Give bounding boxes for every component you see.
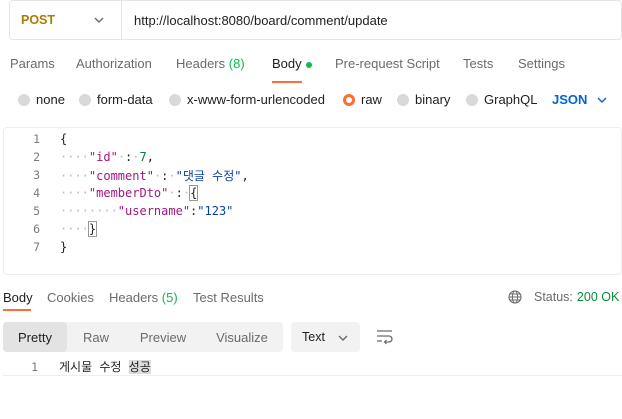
chevron-down-icon bbox=[94, 17, 104, 23]
globe-icon[interactable] bbox=[508, 290, 522, 304]
status-label: Status: bbox=[534, 290, 573, 304]
radio-raw[interactable]: raw bbox=[343, 92, 382, 107]
radio-x-www-form-urlencoded[interactable]: x-www-form-urlencoded bbox=[169, 92, 325, 107]
code-line: 5 ········"username":"123" bbox=[4, 202, 621, 220]
chevron-down-icon bbox=[597, 97, 607, 103]
radio-graphql[interactable]: GraphQL bbox=[466, 92, 537, 107]
language-selector[interactable]: JSON bbox=[552, 92, 607, 107]
code-line: 7 } bbox=[4, 238, 621, 256]
view-mode-preview[interactable]: Preview bbox=[125, 322, 201, 352]
active-tab-indicator bbox=[272, 81, 302, 83]
radio-binary[interactable]: binary bbox=[397, 92, 450, 107]
json-key: "username" bbox=[117, 204, 191, 218]
view-mode-pretty[interactable]: Pretty bbox=[3, 322, 67, 352]
radio-circle bbox=[79, 93, 91, 106]
body-modified-dot bbox=[305, 61, 312, 68]
radio-circle-selected bbox=[343, 93, 355, 106]
radio-circle bbox=[397, 93, 409, 106]
json-key: "comment" bbox=[88, 168, 154, 183]
response-tab-body[interactable]: Body bbox=[3, 290, 33, 305]
json-number: 7 bbox=[139, 150, 147, 164]
headers-count: (8) bbox=[228, 56, 245, 71]
json-string: "123" bbox=[197, 204, 234, 218]
request-url-bar: POST http://localhost:8080/board/comment… bbox=[9, 0, 622, 40]
tab-tests[interactable]: Tests bbox=[463, 56, 493, 71]
tab-headers[interactable]: Headers (8) bbox=[176, 56, 245, 71]
method-selector[interactable]: POST bbox=[10, 1, 122, 39]
response-status: Status: 200 OK bbox=[508, 290, 619, 304]
response-tab-test-results[interactable]: Test Results bbox=[193, 290, 264, 305]
tab-settings[interactable]: Settings bbox=[518, 56, 565, 71]
line-number: 5 bbox=[33, 204, 40, 218]
wrap-lines-icon[interactable] bbox=[376, 329, 394, 345]
tab-authorization[interactable]: Authorization bbox=[76, 56, 152, 71]
radio-circle bbox=[466, 93, 478, 106]
active-tab-indicator bbox=[3, 309, 31, 311]
language-label: JSON bbox=[552, 92, 588, 107]
tab-body[interactable]: Body bbox=[272, 56, 312, 71]
response-body: 1 게시물 수정 성공 bbox=[3, 358, 622, 376]
view-mode-raw[interactable]: Raw bbox=[67, 322, 125, 352]
chevron-down-icon bbox=[338, 335, 348, 341]
code-line: 4 ····"memberDto"·:·{ bbox=[4, 184, 621, 202]
radio-form-data[interactable]: form-data bbox=[79, 92, 153, 107]
radio-circle bbox=[18, 93, 30, 106]
format-selector[interactable]: Text bbox=[291, 322, 360, 352]
json-string: "댓글 수정" bbox=[175, 168, 242, 183]
line-number: 1 bbox=[31, 359, 38, 374]
radio-circle bbox=[169, 93, 181, 106]
status-value[interactable]: 200 OK bbox=[577, 290, 619, 304]
view-mode-visualize[interactable]: Visualize bbox=[201, 322, 283, 352]
tab-pre-request-script[interactable]: Pre-request Script bbox=[335, 56, 440, 71]
response-text: 게시물 수정 성공 bbox=[59, 360, 151, 374]
url-input[interactable]: http://localhost:8080/board/comment/upda… bbox=[122, 13, 388, 28]
line-number: 3 bbox=[33, 168, 40, 182]
response-tab-cookies[interactable]: Cookies bbox=[47, 290, 94, 305]
json-key: "id" bbox=[88, 150, 118, 164]
line-number: 4 bbox=[33, 186, 40, 200]
code-line: 1 { bbox=[4, 130, 621, 148]
code-line: 3 ····"comment"·:·"댓글 수정", bbox=[4, 166, 621, 184]
response-tab-headers[interactable]: Headers (5) bbox=[109, 290, 178, 305]
code-line: 2 ····"id"·:·7, bbox=[4, 148, 621, 166]
radio-none[interactable]: none bbox=[18, 92, 65, 107]
line-number: 7 bbox=[33, 240, 40, 254]
format-label: Text bbox=[302, 330, 325, 344]
highlighted-text: 성공 bbox=[128, 360, 151, 374]
code-line: 6 ····} bbox=[4, 220, 621, 238]
response-view-modes: Pretty Raw Preview Visualize bbox=[3, 322, 283, 352]
headers-count: (5) bbox=[161, 290, 178, 305]
tab-params[interactable]: Params bbox=[10, 56, 55, 71]
method-label: POST bbox=[21, 13, 56, 27]
line-number: 1 bbox=[33, 132, 40, 146]
request-body-editor[interactable]: 1 { 2 ····"id"·:·7, 3 ····"comment"·:·"댓… bbox=[3, 127, 622, 275]
line-number: 2 bbox=[33, 150, 40, 164]
json-key: "memberDto" bbox=[88, 186, 169, 200]
line-number: 6 bbox=[33, 222, 40, 236]
